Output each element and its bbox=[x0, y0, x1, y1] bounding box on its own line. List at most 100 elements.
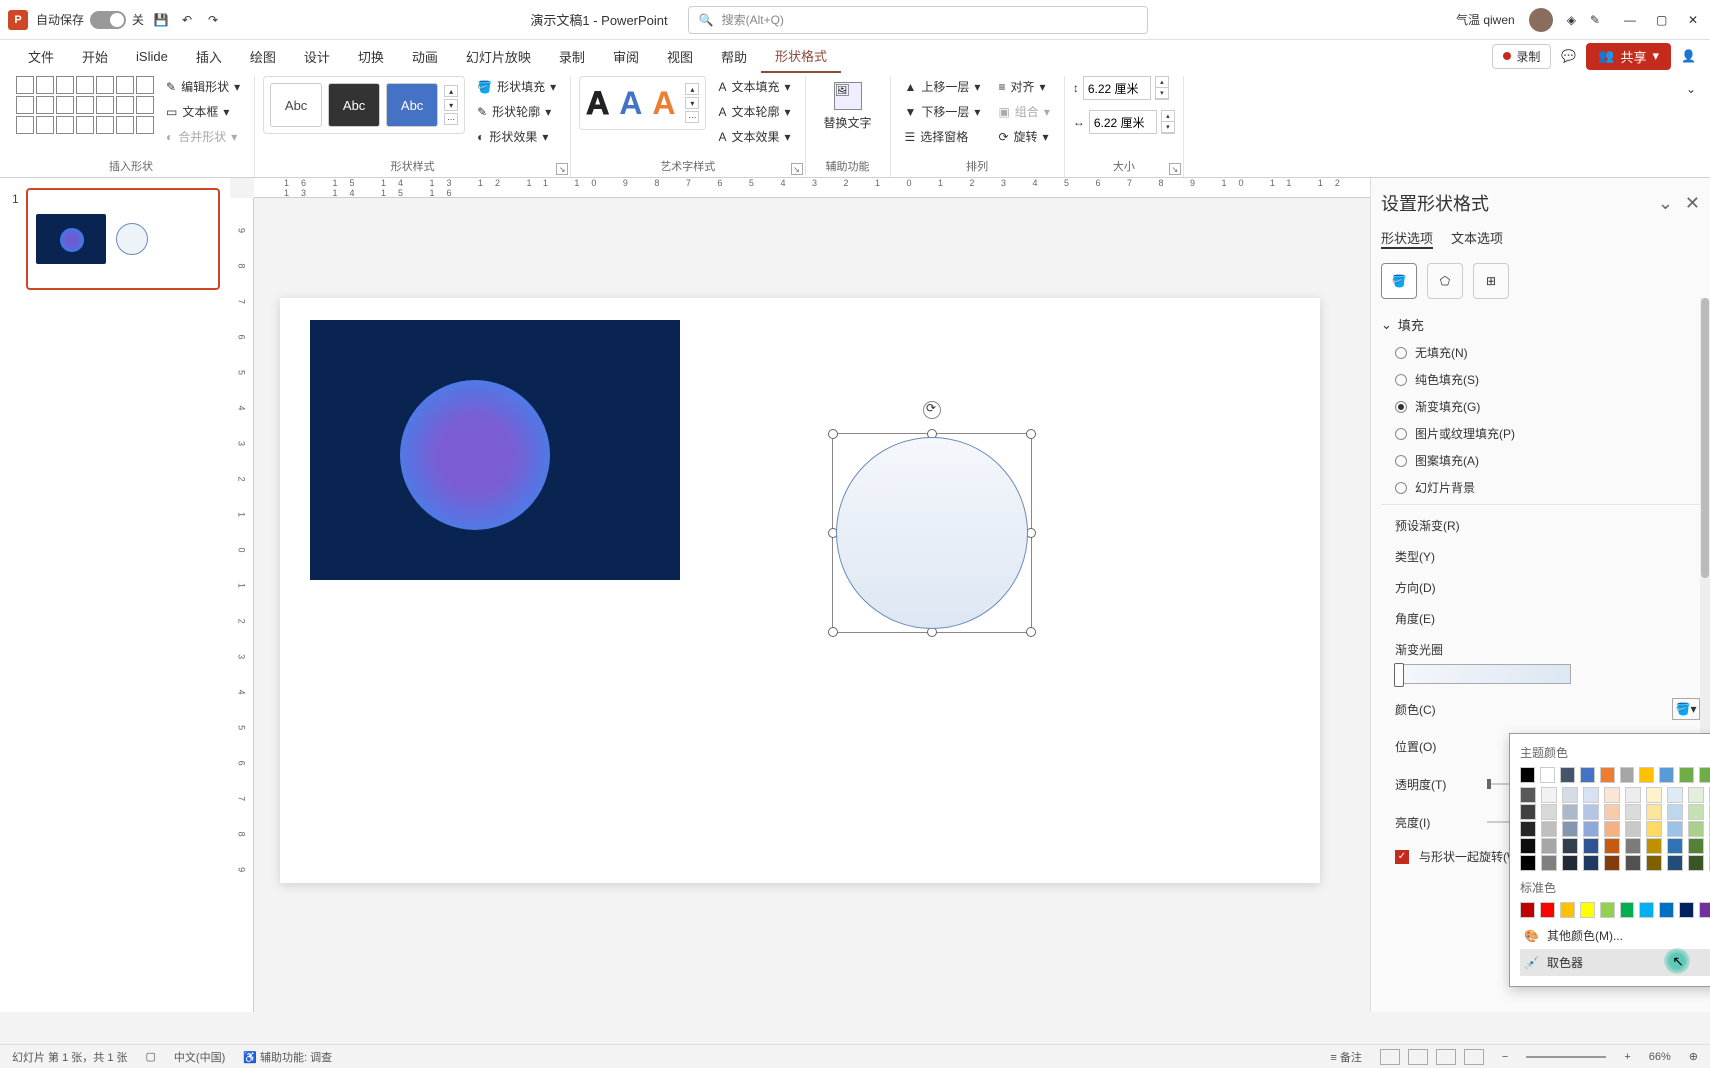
shape-style-gallery[interactable]: Abc Abc Abc ▴ ▾ ⋯ bbox=[263, 76, 465, 134]
rotate-with-shape-checkbox[interactable]: ✓ bbox=[1395, 850, 1409, 864]
shape-outline-button[interactable]: ✎形状轮廓 ▾ bbox=[471, 101, 562, 122]
shape-fill-button[interactable]: 🪣形状填充 ▾ bbox=[471, 76, 562, 97]
close-button[interactable]: ✕ bbox=[1688, 13, 1702, 27]
fill-option-4[interactable]: 图案填充(A) bbox=[1395, 452, 1700, 469]
color-swatch[interactable] bbox=[1688, 804, 1704, 820]
tab-help[interactable]: 帮助 bbox=[707, 41, 761, 72]
color-swatch[interactable] bbox=[1560, 767, 1575, 783]
gallery-down-icon[interactable]: ▾ bbox=[685, 97, 699, 109]
undo-icon[interactable]: ↶ bbox=[178, 11, 196, 29]
redo-icon[interactable]: ↷ bbox=[204, 11, 222, 29]
color-swatch[interactable] bbox=[1600, 902, 1615, 918]
autosave-toggle[interactable]: 自动保存 关 bbox=[36, 11, 144, 29]
save-icon[interactable]: 💾 bbox=[152, 11, 170, 29]
tab-islide[interactable]: iSlide bbox=[122, 43, 182, 70]
gallery-more-icon[interactable]: ⋯ bbox=[685, 111, 699, 123]
tab-insert[interactable]: 插入 bbox=[182, 41, 236, 72]
color-swatch[interactable] bbox=[1541, 804, 1557, 820]
color-swatch[interactable] bbox=[1688, 787, 1704, 803]
slide-image-placeholder[interactable] bbox=[310, 320, 680, 580]
fit-window-icon[interactable]: ⊕ bbox=[1689, 1050, 1698, 1063]
minimize-button[interactable]: — bbox=[1624, 13, 1638, 27]
tab-design[interactable]: 设计 bbox=[290, 41, 344, 72]
gradient-stop-1[interactable] bbox=[1394, 663, 1404, 687]
shapes-gallery[interactable] bbox=[16, 76, 154, 134]
color-swatch[interactable] bbox=[1520, 787, 1536, 803]
selected-shape[interactable] bbox=[832, 433, 1032, 633]
view-sorter-icon[interactable] bbox=[1408, 1049, 1428, 1065]
view-slideshow-icon[interactable] bbox=[1464, 1049, 1484, 1065]
color-swatch[interactable] bbox=[1625, 838, 1641, 854]
tab-review[interactable]: 审阅 bbox=[599, 41, 653, 72]
color-swatch[interactable] bbox=[1562, 855, 1578, 871]
color-swatch[interactable] bbox=[1639, 902, 1654, 918]
selection-pane-button[interactable]: ☰选择窗格 bbox=[899, 126, 987, 147]
color-swatch[interactable] bbox=[1520, 767, 1535, 783]
gradient-stops-bar[interactable] bbox=[1395, 664, 1571, 684]
accessibility-status[interactable]: ♿ 辅助功能: 调查 bbox=[243, 1049, 332, 1065]
color-swatch[interactable] bbox=[1583, 855, 1599, 871]
color-swatch[interactable] bbox=[1625, 855, 1641, 871]
height-stepper[interactable]: ▴▾ bbox=[1155, 76, 1169, 100]
text-fill-button[interactable]: A文本填充 ▾ bbox=[712, 76, 796, 97]
color-swatch[interactable] bbox=[1562, 804, 1578, 820]
rotate-button[interactable]: ⟳旋转 ▾ bbox=[992, 126, 1055, 147]
panel-close-icon[interactable]: ✕ bbox=[1685, 193, 1700, 214]
wordart-styles-launcher[interactable]: ↘ bbox=[791, 163, 803, 175]
fill-option-3[interactable]: 图片或纹理填充(P) bbox=[1395, 425, 1700, 442]
color-swatch[interactable] bbox=[1604, 855, 1620, 871]
record-button[interactable]: 录制 bbox=[1492, 44, 1551, 69]
circle-shape[interactable] bbox=[836, 437, 1028, 629]
color-swatch[interactable] bbox=[1625, 821, 1641, 837]
color-swatch[interactable] bbox=[1583, 804, 1599, 820]
language-label[interactable]: 中文(中国) bbox=[174, 1049, 225, 1065]
edit-shape-button[interactable]: ✎编辑形状 ▾ bbox=[160, 76, 246, 97]
fill-option-1[interactable]: 纯色填充(S) bbox=[1395, 371, 1700, 388]
panel-tab-text-options[interactable]: 文本选项 bbox=[1451, 228, 1503, 249]
color-swatch[interactable] bbox=[1600, 767, 1615, 783]
color-swatch[interactable] bbox=[1562, 838, 1578, 854]
color-swatch[interactable] bbox=[1540, 902, 1555, 918]
color-swatch[interactable] bbox=[1562, 821, 1578, 837]
zoom-level[interactable]: 66% bbox=[1649, 1051, 1671, 1063]
tab-view[interactable]: 视图 bbox=[653, 41, 707, 72]
toggle-switch[interactable] bbox=[90, 11, 126, 29]
color-swatch[interactable] bbox=[1646, 855, 1662, 871]
slide-thumbnail-1[interactable] bbox=[26, 188, 220, 290]
color-swatch[interactable] bbox=[1520, 902, 1535, 918]
people-icon[interactable]: 👤 bbox=[1681, 49, 1696, 63]
maximize-button[interactable]: ▢ bbox=[1656, 13, 1670, 27]
diamond-icon[interactable]: ◈ bbox=[1567, 13, 1576, 27]
width-input[interactable] bbox=[1089, 110, 1157, 134]
panel-icon-size[interactable]: ⊞ bbox=[1473, 263, 1509, 299]
alt-text-button[interactable]: 🖼 替换文字 bbox=[814, 76, 882, 137]
color-swatch[interactable] bbox=[1541, 838, 1557, 854]
color-swatch[interactable] bbox=[1560, 902, 1575, 918]
color-dropdown[interactable]: 🪣▾ bbox=[1672, 698, 1700, 720]
pen-icon[interactable]: ✎ bbox=[1590, 13, 1600, 27]
zoom-out-button[interactable]: − bbox=[1502, 1051, 1508, 1063]
panel-icon-effects[interactable]: ⬠ bbox=[1427, 263, 1463, 299]
color-swatch[interactable] bbox=[1520, 804, 1536, 820]
color-swatch[interactable] bbox=[1520, 838, 1536, 854]
resize-handle-nw[interactable] bbox=[828, 429, 838, 439]
zoom-in-button[interactable]: + bbox=[1624, 1051, 1630, 1063]
tab-animations[interactable]: 动画 bbox=[398, 41, 452, 72]
tab-draw[interactable]: 绘图 bbox=[236, 41, 290, 72]
color-swatch[interactable] bbox=[1540, 767, 1555, 783]
eyedropper-item[interactable]: 💉 取色器 ↖ bbox=[1520, 949, 1710, 976]
tab-home[interactable]: 开始 bbox=[68, 41, 122, 72]
color-swatch[interactable] bbox=[1667, 855, 1683, 871]
fill-option-2[interactable]: 渐变填充(G) bbox=[1395, 398, 1700, 415]
view-normal-icon[interactable] bbox=[1380, 1049, 1400, 1065]
color-swatch[interactable] bbox=[1604, 838, 1620, 854]
tab-shape-format[interactable]: 形状格式 bbox=[761, 40, 841, 73]
tab-record[interactable]: 录制 bbox=[545, 41, 599, 72]
size-launcher[interactable]: ↘ bbox=[1169, 163, 1181, 175]
color-swatch[interactable] bbox=[1604, 821, 1620, 837]
notes-button[interactable]: ≡ 备注 bbox=[1330, 1049, 1361, 1065]
shape-effects-button[interactable]: ◐形状效果 ▾ bbox=[471, 126, 562, 147]
bring-forward-button[interactable]: ▲上移一层 ▾ bbox=[899, 76, 987, 97]
fill-option-0[interactable]: 无填充(N) bbox=[1395, 344, 1700, 361]
text-effects-button[interactable]: A文本效果 ▾ bbox=[712, 126, 796, 147]
